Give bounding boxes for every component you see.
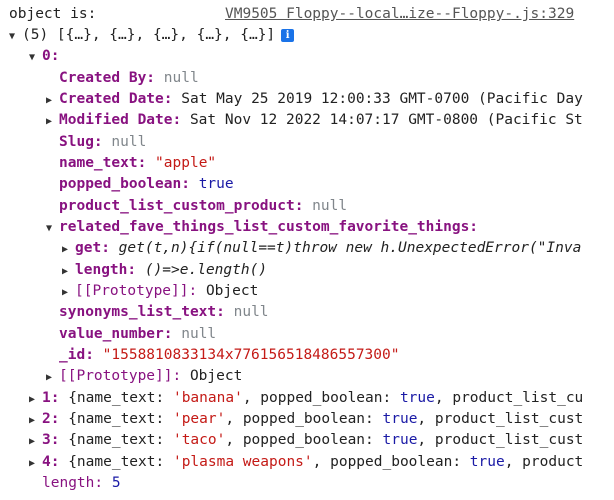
prop-key: related_fave_things_list_custom_favorite… <box>59 219 479 235</box>
prop-key: popped_boolean: <box>59 176 190 192</box>
prop-value: null <box>312 198 348 214</box>
prop-key: Slug: <box>59 134 103 150</box>
array-index: 2: <box>42 411 60 427</box>
expanded-arrow-icon[interactable]: ▼ <box>29 47 42 67</box>
collapsed-arrow-icon[interactable]: ▶ <box>46 111 59 131</box>
array-index: 3: <box>42 432 60 448</box>
prop-key: length: <box>75 262 137 278</box>
prop-key: length: <box>42 475 104 491</box>
prop-value: null <box>181 326 217 342</box>
prop-id: _id: "1558810833134x776156518486557300" <box>0 345 614 366</box>
array-length: length: 5 <box>0 473 614 494</box>
prop-created-by: Created By: null <box>0 68 614 89</box>
array-summary-row[interactable]: ▼ (5) [{…}, {…}, {…}, {…}, {…}] i <box>0 25 614 46</box>
item-text: {name_text: <box>68 390 165 406</box>
item-name: 'plasma weapons' <box>172 454 313 470</box>
prop-related-prototype[interactable]: ▶ [[Prototype]]: Object <box>0 281 614 302</box>
prop-related-get[interactable]: ▶ get: get(t,n){if(null==t)throw new h.Un… <box>0 238 614 259</box>
collapsed-arrow-icon[interactable]: ▶ <box>29 453 42 473</box>
item-bool: true <box>382 432 418 448</box>
prop-key: [[Prototype]]: <box>75 283 198 299</box>
array-item-1-row[interactable]: ▶ 1: {name_text: 'banana', popped_boolean… <box>0 388 614 409</box>
item-bool: true <box>399 390 435 406</box>
item-text: , popped_boolean: <box>225 432 374 448</box>
console-log-line: object is: VM9505 Floppy--local…ize--Flo… <box>0 4 614 25</box>
expanded-arrow-icon[interactable]: ▼ <box>46 218 59 238</box>
collapsed-arrow-icon[interactable]: ▶ <box>29 431 42 451</box>
prop-key: product_list_custom_product: <box>59 198 304 214</box>
collapsed-arrow-icon[interactable]: ▶ <box>62 261 75 281</box>
array-item-2-row[interactable]: ▶ 2: {name_text: 'pear', popped_boolean: … <box>0 409 614 430</box>
item-bool: true <box>382 411 418 427</box>
collapsed-arrow-icon[interactable]: ▶ <box>46 90 59 110</box>
prop-related-length[interactable]: ▶ length: ()=>e.length() <box>0 260 614 281</box>
item-text: , popped_boolean: <box>312 454 462 470</box>
info-icon[interactable]: i <box>281 29 295 42</box>
prop-popped-boolean: popped_boolean: true <box>0 174 614 195</box>
array-item-3-row[interactable]: ▶ 3: {name_text: 'taco', popped_boolean: … <box>0 430 614 451</box>
prop-value: "1558810833134x776156518486557300" <box>102 347 400 363</box>
prop-related-fave-things[interactable]: ▼ related_fave_things_list_custom_favorit… <box>0 217 614 238</box>
item-bool: true <box>469 454 505 470</box>
prop-key: value_number: <box>59 326 173 342</box>
prop-synonyms: synonyms_list_text: null <box>0 302 614 323</box>
prop-key: _id: <box>59 347 94 363</box>
prop-value-number: value_number: null <box>0 324 614 345</box>
array-index: 1: <box>42 390 60 406</box>
prop-modified-date[interactable]: ▶ Modified Date: Sat Nov 12 2022 14:07:17… <box>0 110 614 131</box>
prop-key: Modified Date: <box>59 112 182 128</box>
prop-key: Created By: <box>59 70 156 86</box>
log-label: object is: <box>9 6 97 22</box>
item-text: , product_list_cust <box>417 411 584 427</box>
item-text: {name_text: <box>68 432 165 448</box>
prop-key: [[Prototype]]: <box>59 368 182 384</box>
item-text: , product_list_cu <box>434 390 584 406</box>
prop-created-date[interactable]: ▶ Created Date: Sat May 25 2019 12:00:33 … <box>0 89 614 110</box>
item-text: , product <box>504 454 584 470</box>
console-output: object is: VM9505 Floppy--local…ize--Flo… <box>0 0 614 500</box>
prop-slug: Slug: null <box>0 132 614 153</box>
prop-value: ()=>e.length() <box>144 262 268 278</box>
collapsed-arrow-icon[interactable]: ▶ <box>62 239 75 259</box>
item-text: {name_text: <box>68 411 165 427</box>
array-index-0: 0: <box>42 48 60 64</box>
array-summary: (5) [{…}, {…}, {…}, {…}, {…}] <box>22 27 276 43</box>
item-name: 'banana' <box>172 390 243 406</box>
prop-value: Sat Nov 12 2022 14:07:17 GMT-0800 (Pacif… <box>189 112 583 128</box>
prop-value: get(t,n){if(null==t)throw new h.Unexpect… <box>118 240 582 256</box>
prop-value: Object <box>205 283 259 299</box>
prop-value: null <box>233 304 269 320</box>
prop-key: Created Date: <box>59 91 173 107</box>
item-text: , product_list_cust <box>417 432 584 448</box>
item-text: {name_text: <box>68 454 165 470</box>
prop-key: get: <box>75 240 110 256</box>
prop-value: null <box>111 134 147 150</box>
collapsed-arrow-icon[interactable]: ▶ <box>29 410 42 430</box>
prop-prototype[interactable]: ▶ [[Prototype]]: Object <box>0 366 614 387</box>
array-index: 4: <box>42 454 60 470</box>
item-text: , popped_boolean: <box>225 411 374 427</box>
collapsed-arrow-icon[interactable]: ▶ <box>62 282 75 302</box>
prop-product-list: product_list_custom_product: null <box>0 196 614 217</box>
prop-key: synonyms_list_text: <box>59 304 225 320</box>
prop-value: true <box>198 176 234 192</box>
source-link[interactable]: VM9505 Floppy--local…ize--Floppy-.js:329 <box>225 4 574 25</box>
array-item-0-row[interactable]: ▼ 0: <box>0 46 614 67</box>
item-name: 'taco' <box>172 432 226 448</box>
item-name: 'pear' <box>172 411 226 427</box>
prop-value: null <box>163 70 199 86</box>
prop-value: "apple" <box>155 155 217 171</box>
prop-value: Object <box>189 368 243 384</box>
array-item-4-row[interactable]: ▶ 4: {name_text: 'plasma weapons', popped… <box>0 452 614 473</box>
prop-value: 5 <box>111 475 121 491</box>
collapsed-arrow-icon[interactable]: ▶ <box>46 367 59 387</box>
prop-key: name_text: <box>59 155 147 171</box>
prop-name-text: name_text: "apple" <box>0 153 614 174</box>
item-text: , popped_boolean: <box>242 390 392 406</box>
collapsed-arrow-icon[interactable]: ▶ <box>29 389 42 409</box>
expanded-arrow-icon[interactable]: ▼ <box>9 26 22 46</box>
prop-value: Sat May 25 2019 12:00:33 GMT-0700 (Pacif… <box>181 91 583 107</box>
